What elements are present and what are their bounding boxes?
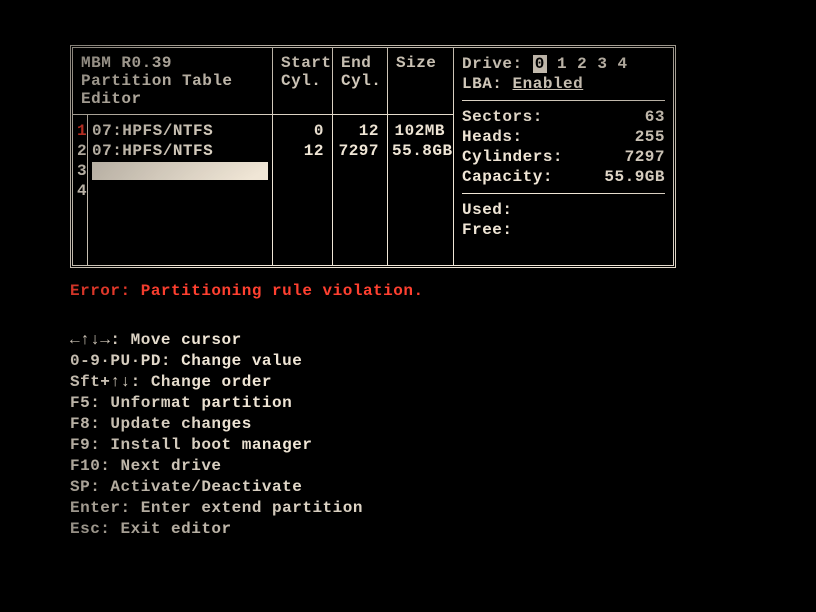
size: 102MB (392, 121, 445, 141)
help-line: ←↑↓→: Move cursor (70, 330, 761, 351)
partition-row-selected[interactable] (92, 162, 268, 182)
col-header-size: Size (388, 48, 453, 114)
drive-label: Drive: (462, 55, 523, 73)
table-header: MBM R0.39 Partition Table Editor Start C… (73, 48, 453, 115)
drive-selected[interactable]: 0 (533, 55, 547, 73)
help-text: ←↑↓→: Move cursor 0-9·PU·PD: Change valu… (70, 330, 761, 540)
drive-info-panel: Drive: 0 1 2 3 4 LBA: Enabled Sectors:63… (454, 48, 673, 265)
index-column: 1 2 3 4 (73, 115, 88, 265)
help-line: F10: Next drive (70, 456, 761, 477)
col-header-end: End Cyl. (333, 48, 388, 114)
start-cyl[interactable] (277, 161, 324, 181)
end-cyl-column: 12 7297 (333, 115, 388, 265)
partition-table: MBM R0.39 Partition Table Editor Start C… (73, 48, 454, 265)
size (392, 181, 445, 201)
end-cyl[interactable] (337, 181, 379, 201)
row-index: 2 (77, 141, 85, 161)
drive-other-options[interactable]: 1 2 3 4 (557, 55, 628, 73)
help-line: F8: Update changes (70, 414, 761, 435)
help-line: 0-9·PU·PD: Change value (70, 351, 761, 372)
type-column: 07:HPFS/NTFS 07:HPFS/NTFS (88, 115, 273, 265)
help-line: Esc: Exit editor (70, 519, 761, 540)
col-header-start: Start Cyl. (273, 48, 333, 114)
row-index: 1 (77, 121, 85, 141)
size-column: 102MB 55.8GB (388, 115, 453, 265)
divider (462, 193, 665, 194)
start-cyl[interactable]: 12 (277, 141, 324, 161)
end-cyl[interactable]: 7297 (337, 141, 379, 161)
row-index: 4 (77, 181, 85, 201)
partition-editor-frame: MBM R0.39 Partition Table Editor Start C… (70, 45, 676, 268)
start-cyl[interactable]: 0 (277, 121, 324, 141)
lba-line: LBA: Enabled (462, 74, 665, 94)
row-index: 3 (77, 161, 85, 181)
help-line: F9: Install boot manager (70, 435, 761, 456)
title-line2: Partition Table Editor (81, 72, 264, 108)
usage-used: Used: (462, 200, 665, 220)
end-cyl[interactable] (337, 161, 379, 181)
start-cyl-column: 0 12 (273, 115, 333, 265)
partition-type[interactable]: 07:HPFS/NTFS (92, 121, 268, 141)
app-title: MBM R0.39 Partition Table Editor (73, 48, 273, 114)
help-line: SP: Activate/Deactivate (70, 477, 761, 498)
geom-cylinders: Cylinders:7297 (462, 147, 665, 167)
size: 55.8GB (392, 141, 445, 161)
lba-label: LBA: (462, 75, 502, 93)
size (392, 161, 445, 181)
error-message: Error: Partitioning rule violation. (70, 282, 761, 300)
start-cyl[interactable] (277, 181, 324, 201)
help-line: Sft+↑↓: Change order (70, 372, 761, 393)
geom-sectors: Sectors:63 (462, 107, 665, 127)
partition-type[interactable]: 07:HPFS/NTFS (92, 141, 268, 161)
selection-cursor (92, 162, 268, 180)
help-line: F5: Unformat partition (70, 393, 761, 414)
help-line: Enter: Enter extend partition (70, 498, 761, 519)
drive-selector[interactable]: Drive: 0 1 2 3 4 (462, 54, 665, 74)
lba-value: Enabled (513, 75, 584, 93)
table-body[interactable]: 1 2 3 4 07:HPFS/NTFS 07:HPFS/NTFS 0 12 1… (73, 115, 453, 265)
geom-heads: Heads:255 (462, 127, 665, 147)
title-line1: MBM R0.39 (81, 54, 264, 72)
partition-type[interactable] (92, 182, 268, 202)
end-cyl[interactable]: 12 (337, 121, 379, 141)
divider (462, 100, 665, 101)
geom-capacity: Capacity:55.9GB (462, 167, 665, 187)
usage-free: Free: (462, 220, 665, 240)
